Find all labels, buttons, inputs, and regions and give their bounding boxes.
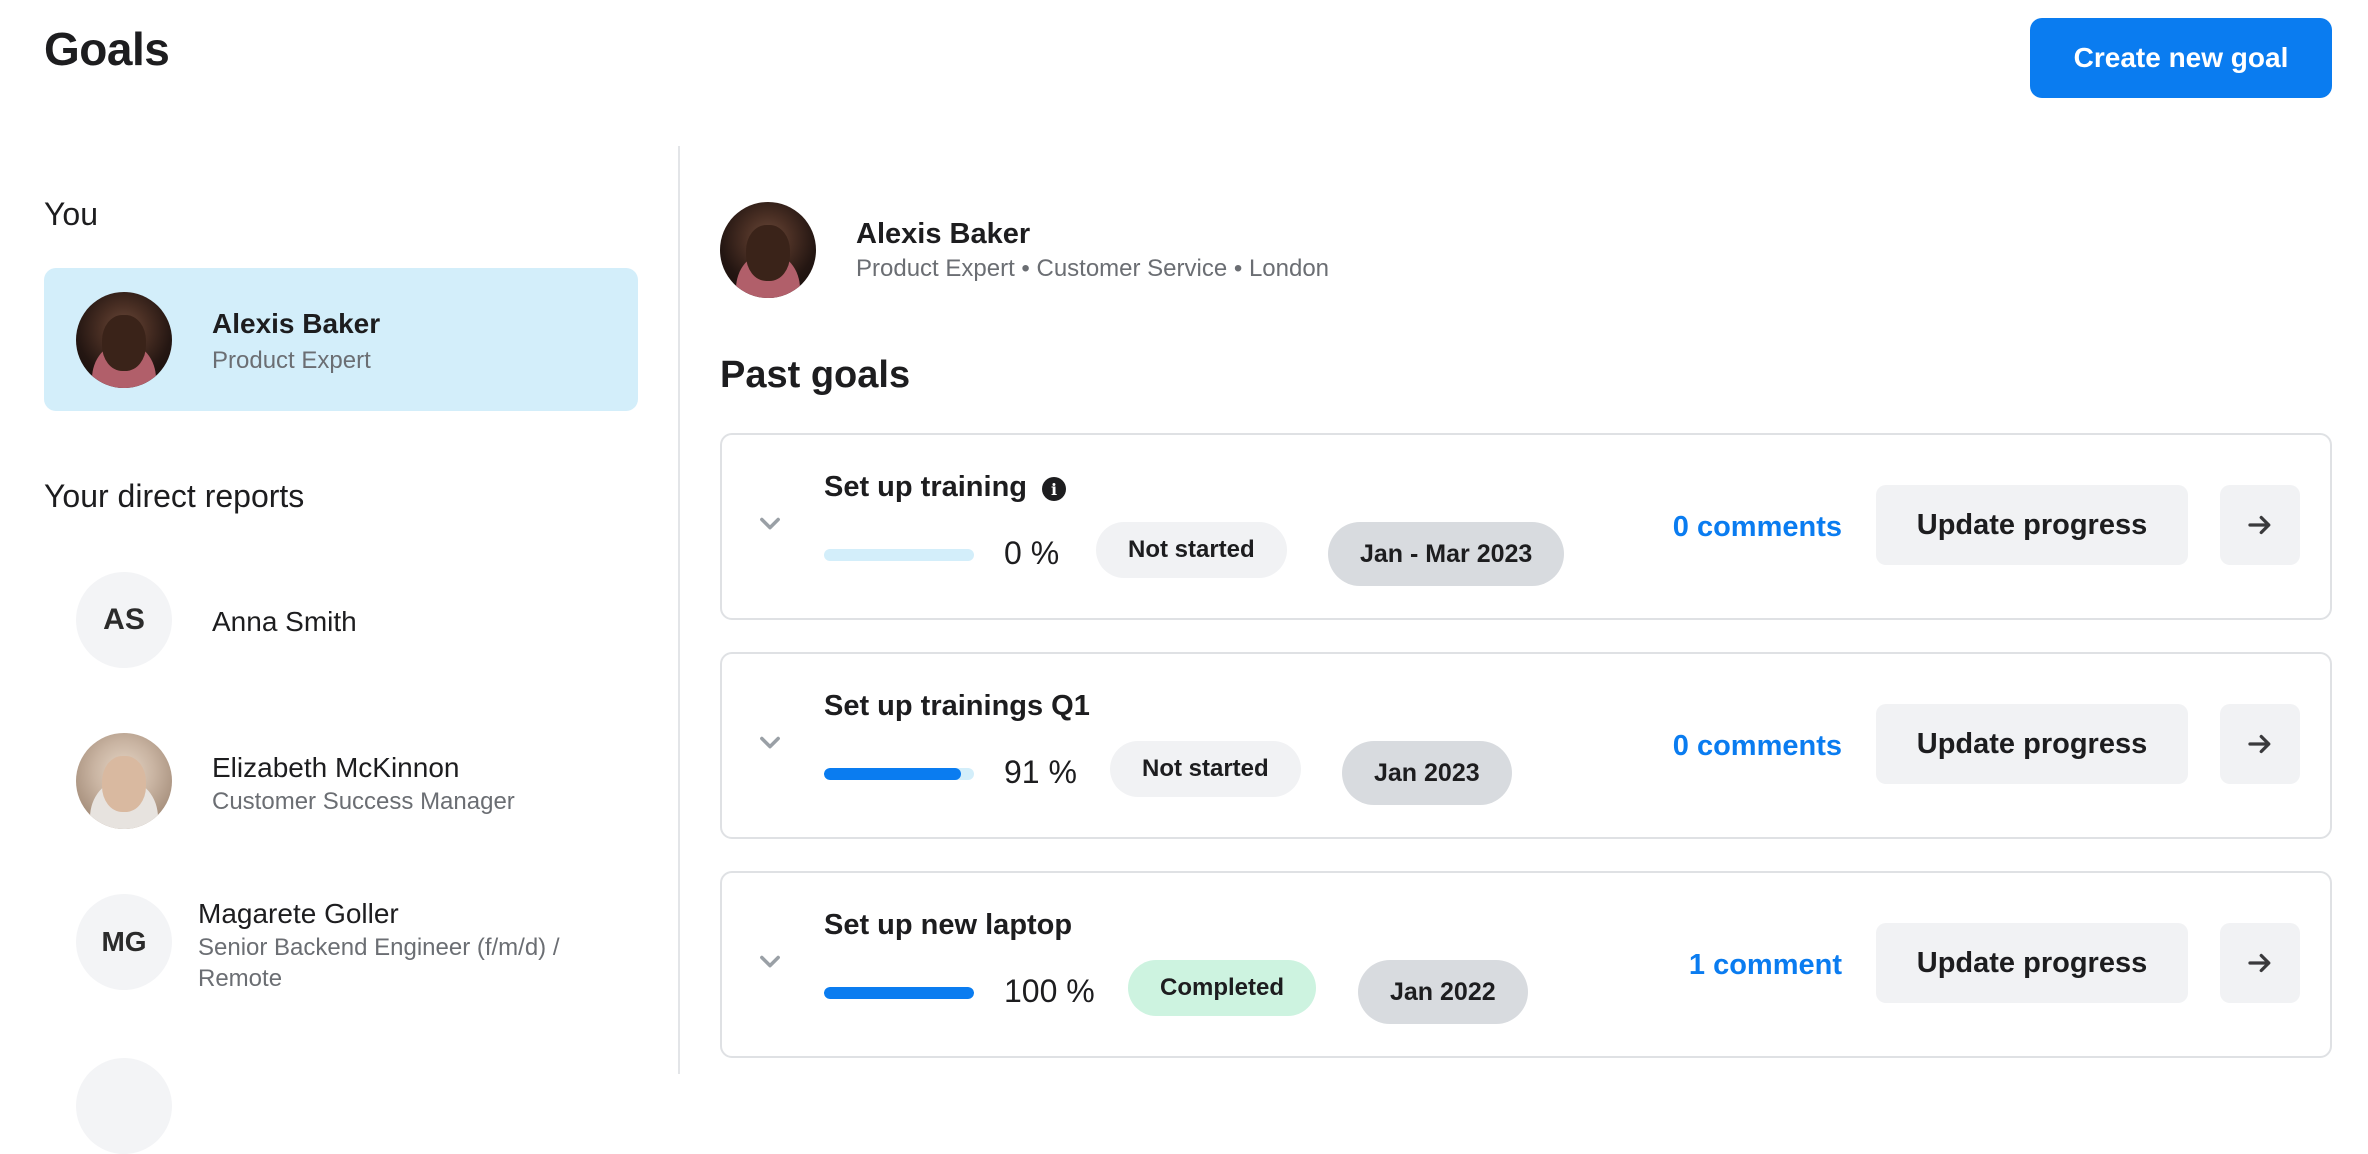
create-new-goal-button[interactable]: Create new goal	[2030, 18, 2332, 98]
info-icon[interactable]: i	[1042, 477, 1066, 501]
comments-link[interactable]: 1 comment	[1602, 949, 1842, 982]
avatar: MG	[76, 894, 172, 990]
status-badge: Completed	[1128, 960, 1317, 1016]
report-name: Magarete Goller	[198, 898, 399, 929]
open-goal-button[interactable]	[2220, 923, 2300, 1003]
arrow-right-icon	[2248, 515, 2271, 535]
chevron-down-icon[interactable]	[756, 728, 784, 756]
period-badge: Jan 2022	[1358, 960, 1528, 1024]
you-name: Alexis Baker	[212, 308, 381, 339]
profile-avatar	[720, 202, 816, 298]
arrow-right-icon	[2248, 734, 2271, 754]
page-title: Goals	[44, 23, 170, 75]
column-divider	[678, 146, 680, 1074]
avatar-photo	[746, 225, 790, 281]
period-badge: Jan 2023	[1342, 741, 1512, 805]
progress-fill	[824, 987, 974, 999]
goal-card: Set up new laptop 100 % Completed Jan 20…	[720, 871, 2332, 1058]
goal-title[interactable]: Set up training	[824, 471, 1027, 504]
avatar: AS	[76, 572, 172, 668]
chevron-down-icon[interactable]	[756, 947, 784, 975]
update-progress-button[interactable]: Update progress	[1876, 923, 2188, 1003]
progress-percent: 100 %	[1004, 973, 1095, 1009]
avatar[interactable]	[76, 1058, 172, 1154]
open-goal-button[interactable]	[2220, 704, 2300, 784]
progress-bar	[824, 549, 974, 561]
goal-title[interactable]: Set up new laptop	[824, 909, 1072, 942]
progress-percent: 91 %	[1004, 754, 1077, 790]
report-role: Customer Success Manager	[212, 788, 515, 815]
profile-name: Alexis Baker	[856, 218, 1031, 250]
past-goals-heading: Past goals	[720, 354, 911, 396]
status-badge: Not started	[1096, 522, 1287, 578]
progress-percent: 0 %	[1004, 535, 1060, 571]
direct-reports-heading: Your direct reports	[44, 478, 305, 514]
progress-bar	[824, 768, 974, 780]
you-role: Product Expert	[212, 347, 371, 374]
arrow-right-icon	[2248, 953, 2271, 973]
update-progress-button[interactable]: Update progress	[1876, 485, 2188, 565]
chevron-down-icon[interactable]	[756, 509, 784, 537]
progress-bar	[824, 987, 974, 999]
goal-card: Set up trainings Q1 91 % Not started Jan…	[720, 652, 2332, 839]
update-progress-button[interactable]: Update progress	[1876, 704, 2188, 784]
you-heading: You	[44, 196, 98, 232]
report-name: Anna Smith	[212, 606, 357, 637]
report-name: Elizabeth McKinnon	[212, 752, 460, 783]
avatar-photo	[102, 756, 146, 812]
progress-fill	[824, 768, 961, 780]
comments-link[interactable]: 0 comments	[1602, 730, 1842, 763]
avatar	[76, 733, 172, 829]
report-role: Senior Backend Engineer (f/m/d) /	[198, 934, 560, 961]
sidebar-item-you[interactable]: Alexis Baker Product Expert	[44, 268, 638, 411]
goal-title[interactable]: Set up trainings Q1	[824, 690, 1090, 723]
open-goal-button[interactable]	[2220, 485, 2300, 565]
comments-link[interactable]: 0 comments	[1602, 511, 1842, 544]
status-badge: Not started	[1110, 741, 1301, 797]
avatar-photo	[102, 315, 146, 371]
avatar	[76, 292, 172, 388]
report-role-continued: Remote	[198, 965, 283, 992]
period-badge: Jan - Mar 2023	[1328, 522, 1565, 586]
goal-card: Set up training i 0 % Not started Jan - …	[720, 433, 2332, 620]
profile-meta: Product Expert • Customer Service • Lond…	[856, 255, 1330, 282]
